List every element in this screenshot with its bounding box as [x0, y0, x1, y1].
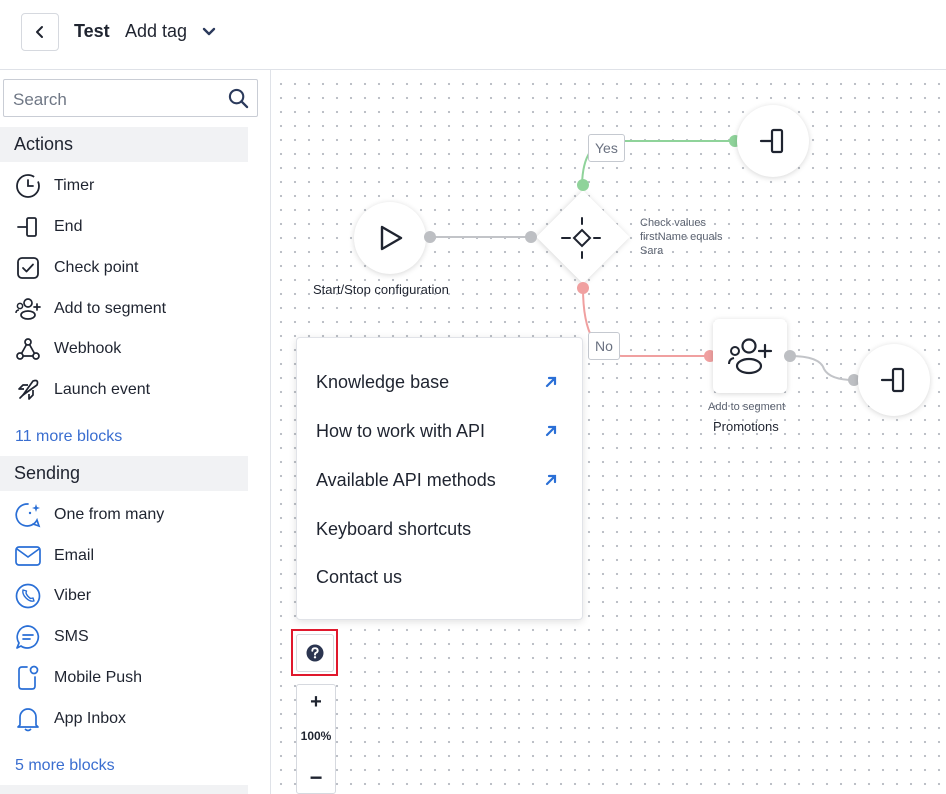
question-circle-icon: [306, 644, 323, 661]
search-icon[interactable]: [228, 88, 249, 109]
branch-no-tag[interactable]: No: [588, 332, 620, 360]
help-keyboard-shortcuts[interactable]: Keyboard shortcuts: [316, 519, 471, 540]
zoom-controls: + 100% −: [296, 684, 336, 794]
help-knowledge-base[interactable]: Knowledge base: [316, 372, 449, 393]
mobile-push-icon: [13, 663, 43, 693]
block-label: Launch event: [54, 381, 151, 398]
block-label: SMS: [54, 628, 89, 645]
condition-icon: [561, 217, 601, 259]
rocket-icon: [13, 375, 43, 405]
section-actions[interactable]: Actions: [0, 127, 248, 162]
block-label: Check point: [54, 259, 139, 276]
external-link-icon[interactable]: [544, 375, 558, 389]
external-link-icon[interactable]: [544, 473, 558, 487]
segment-caption: Add to segment: [708, 401, 786, 413]
block-app-inbox[interactable]: App Inbox: [13, 701, 253, 737]
block-end[interactable]: End: [13, 209, 253, 245]
block-launch-event[interactable]: Launch event: [13, 372, 253, 408]
condition-no-port[interactable]: [577, 282, 589, 294]
zoom-out-button[interactable]: −: [297, 761, 335, 794]
block-label: App Inbox: [54, 710, 127, 727]
chevron-left-icon: [36, 26, 43, 38]
segment-out-port[interactable]: [784, 350, 796, 362]
sparkle-chat-icon: [13, 500, 43, 530]
help-button[interactable]: [295, 633, 334, 672]
section-next: [0, 785, 248, 794]
block-timer[interactable]: Timer: [13, 168, 253, 204]
edge-segment-to-end: [789, 355, 855, 381]
end-icon: [880, 367, 905, 393]
search-placeholder: Search: [13, 90, 67, 109]
help-api-guide[interactable]: How to work with API: [316, 421, 485, 442]
start-out-port[interactable]: [424, 231, 436, 243]
add-user-group-icon: [13, 294, 43, 324]
block-check-point[interactable]: Check point: [13, 250, 253, 286]
section-sending[interactable]: Sending: [0, 456, 248, 491]
condition-yes-port[interactable]: [577, 179, 589, 191]
block-label: Webhook: [54, 340, 122, 357]
block-label: Email: [54, 547, 95, 564]
block-label: Timer: [54, 177, 95, 194]
help-button-highlight: [291, 629, 338, 676]
end-icon: [759, 128, 784, 154]
block-label: Mobile Push: [54, 669, 143, 686]
bell-icon: [13, 704, 43, 734]
scenario-subtitle[interactable]: Add tag: [125, 21, 187, 42]
segment-name: Promotions: [713, 419, 779, 434]
add-user-group-icon: [728, 338, 773, 375]
condition-line: Check values: [640, 217, 707, 229]
branch-yes-tag[interactable]: Yes: [588, 134, 625, 162]
start-node-label: Start/Stop configuration: [313, 282, 449, 297]
block-label: Viber: [54, 587, 92, 604]
webhook-icon: [13, 334, 43, 364]
external-link-icon[interactable]: [544, 424, 558, 438]
condition-line: firstName equals: [640, 231, 723, 243]
block-viber[interactable]: Viber: [13, 578, 253, 614]
sms-icon: [13, 622, 43, 652]
condition-description: Check values firstName equals Sara: [640, 216, 723, 258]
block-label: Add to segment: [54, 300, 167, 317]
end-node-segment[interactable]: [858, 344, 930, 416]
condition-line: Sara: [640, 245, 664, 257]
more-sending-link[interactable]: 5 more blocks: [15, 757, 115, 775]
block-label: End: [54, 218, 83, 235]
scenario-title: Test: [74, 21, 110, 41]
more-actions-link[interactable]: 11 more blocks: [15, 428, 122, 446]
email-icon: [13, 541, 43, 571]
help-contact-us[interactable]: Contact us: [316, 567, 402, 588]
end-icon: [13, 212, 43, 242]
end-node-yes[interactable]: [737, 105, 809, 177]
clock-icon: [13, 171, 43, 201]
block-mobile-push[interactable]: Mobile Push: [13, 660, 253, 696]
back-button[interactable]: [21, 13, 59, 51]
viber-icon: [13, 581, 43, 611]
top-header: Test Add tag: [0, 0, 946, 70]
start-node[interactable]: [354, 202, 426, 274]
zoom-level: 100%: [300, 729, 332, 743]
segment-node[interactable]: [713, 319, 787, 393]
checkbox-icon: [13, 253, 43, 283]
condition-in-port[interactable]: [525, 231, 537, 243]
block-label: One from many: [54, 506, 165, 523]
chevron-down-icon[interactable]: [201, 24, 217, 40]
help-api-methods[interactable]: Available API methods: [316, 470, 496, 491]
help-menu-popup: Knowledge base How to work with API Avai…: [296, 337, 583, 620]
block-one-from-many[interactable]: One from many: [13, 497, 253, 533]
play-icon: [380, 225, 403, 251]
block-webhook[interactable]: Webhook: [13, 331, 253, 367]
block-add-to-segment[interactable]: Add to segment: [13, 291, 253, 327]
search-input[interactable]: Search: [3, 79, 258, 117]
block-sms[interactable]: SMS: [13, 619, 253, 655]
blocks-sidebar: Search Actions Timer End Check point Add…: [0, 70, 271, 794]
zoom-in-button[interactable]: +: [297, 685, 335, 719]
block-email[interactable]: Email: [13, 538, 253, 574]
